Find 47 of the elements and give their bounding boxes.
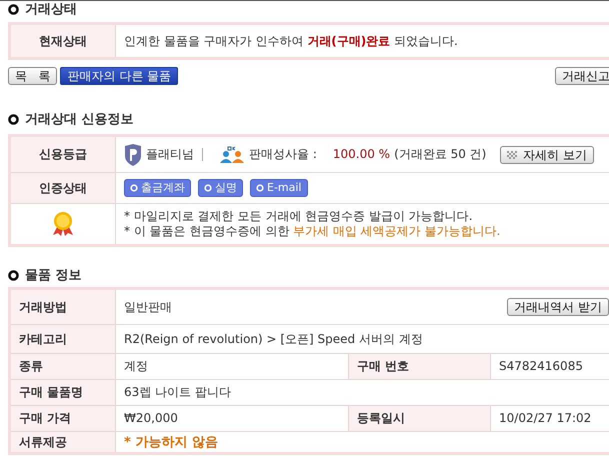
field-label: 카테고리	[19, 332, 67, 346]
section-heading: 거래상대 신용정보	[25, 112, 134, 126]
verification-badge[interactable]: E-mail	[250, 179, 308, 197]
section-heading: 거래상태	[25, 2, 77, 16]
bullet-icon	[8, 270, 19, 280]
ring-icon	[204, 184, 212, 192]
field-value: 63렙 나이트 팝니다	[124, 385, 231, 399]
bullet-icon	[8, 114, 19, 124]
shield-icon	[124, 144, 142, 166]
report-button[interactable]: 거래신고	[555, 67, 609, 85]
field-value: * 가능하지 않음	[124, 434, 218, 450]
field-label: 거래방법	[19, 300, 67, 314]
verification-badge[interactable]: 출금계좌	[124, 179, 191, 197]
list-button[interactable]: 목 록	[8, 67, 58, 85]
other-items-button[interactable]: 판매자의 다른 물품	[60, 67, 178, 85]
field-value: 일반판매	[124, 300, 172, 314]
field-value: 계정	[124, 359, 148, 373]
people-icon	[219, 146, 245, 164]
field-label: 구매 가격	[19, 411, 72, 425]
bullet-icon	[8, 4, 19, 14]
details-button[interactable]: 자세히 보기	[500, 146, 594, 164]
verification-badge[interactable]: 실명	[198, 179, 243, 197]
ring-icon	[256, 184, 264, 192]
receipt-button[interactable]: 거래내역서 받기	[507, 298, 609, 316]
field-value: 10/02/27 17:02	[499, 411, 592, 425]
note-text: * 이 물품은 현금영수증에 의한 부가세 매입 세액공제가 불가능합니다.	[124, 224, 502, 239]
checker-icon	[507, 150, 520, 158]
field-label: 서류제공	[19, 434, 67, 448]
field-label: 현재상태	[39, 34, 87, 48]
field-label: 등록일시	[357, 411, 405, 425]
field-value: S4782416085	[499, 359, 583, 373]
sales-rate: 100.00 %	[332, 147, 390, 162]
sales-rate-label: 판매성사율 :	[249, 147, 317, 162]
field-label: 인증상태	[39, 180, 87, 194]
field-value: R2(Reign of revolution) > [오픈] Speed 서버의 계정	[124, 332, 423, 346]
field-value: ₩20,000	[124, 411, 178, 425]
field-label: 구매 물품명	[19, 385, 84, 399]
ring-icon	[130, 184, 138, 192]
completed-count: (거래완료 50 건)	[394, 147, 486, 162]
section-heading: 물품 정보	[25, 268, 82, 282]
note-text: * 마일리지로 결제한 모든 거래에 현금영수증 발급이 가능합니다.	[124, 209, 474, 224]
status-message: 인계한 물품을 구매자가 인수하여 거래(구매)완료 되었습니다.	[124, 34, 458, 48]
medal-icon	[52, 211, 74, 237]
credit-grade: 플래티넘	[146, 147, 194, 162]
field-label: 구매 번호	[357, 359, 410, 373]
field-label: 종류	[19, 359, 43, 373]
field-label: 신용등급	[39, 147, 87, 161]
